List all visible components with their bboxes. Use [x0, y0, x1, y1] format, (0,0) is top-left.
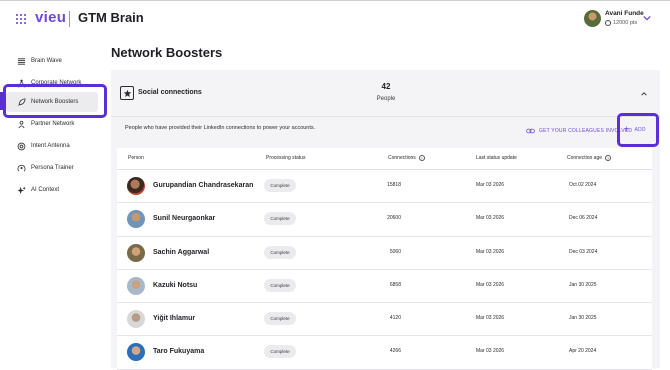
people-count: 42	[381, 82, 391, 91]
column-header-last-status-update[interactable]: Last status update	[476, 155, 517, 161]
avatar	[127, 177, 145, 195]
person-name: Sachin Aggarwal	[153, 248, 210, 256]
connections-count: 15818	[387, 182, 401, 188]
connection-age: Dec 03 2024	[569, 248, 598, 255]
points-value: 12000 pts	[613, 20, 638, 26]
app-grid-icon[interactable]	[16, 14, 26, 24]
avatar	[127, 276, 145, 295]
link-icon	[526, 128, 535, 134]
persona-trainer-icon	[17, 164, 26, 173]
connections-count: 6858	[389, 281, 401, 288]
connection-age: Oct 02 2024	[569, 182, 597, 188]
logo-divider	[69, 11, 70, 27]
table-row[interactable]: Sachin Aggarwal Complete 5060 Mar 03 202…	[117, 236, 652, 270]
brain-wave-icon	[17, 57, 26, 66]
avatar	[127, 310, 145, 329]
antenna-icon	[17, 142, 26, 151]
social-connections-card: Social connections 42 People People who …	[111, 70, 660, 370]
partner-network-icon	[17, 120, 26, 129]
card-header[interactable]: Social connections 42 People	[111, 70, 660, 117]
sidebar-item-label: AI Context	[31, 187, 60, 193]
coin-icon	[605, 20, 611, 26]
last-status-update: Mar 03 2026	[476, 215, 505, 222]
connection-age: Jan 30 2025	[569, 281, 597, 288]
user-avatar[interactable]	[584, 10, 601, 27]
page-title: Network Boosters	[111, 45, 223, 60]
status-badge: Complete	[264, 212, 296, 226]
sidebar-item-label: Partner Network	[31, 121, 75, 127]
status-badge: Complete	[264, 345, 296, 359]
column-header-connection-age[interactable]: Connection age ?	[567, 155, 612, 161]
table-row[interactable]: Taro Fukuyama Complete 4266 Mar 03 2026 …	[117, 336, 652, 370]
help-icon[interactable]: ?	[605, 155, 612, 161]
sidebar-item-brain-wave[interactable]: Brain Wave	[6, 51, 98, 71]
add-highlight-box	[617, 113, 659, 147]
last-status-update: Mar 03 2026	[476, 315, 505, 322]
sidebar-item-intent-antenna[interactable]: Intent Antenna	[6, 136, 98, 156]
last-status-update: Mar 03 2026	[476, 182, 505, 188]
connection-age: Dec 06 2024	[569, 215, 598, 222]
column-header-person[interactable]: Person	[128, 155, 144, 161]
section-title: Social connections	[138, 89, 202, 96]
points-display: 12000 pts	[605, 20, 637, 26]
sidebar-item-label: Persona Trainer	[31, 165, 74, 171]
connections-count: 4120	[389, 315, 401, 322]
avatar	[127, 210, 145, 229]
table-row[interactable]: Kazuki Notsu Complete 6858 Mar 03 2026 J…	[117, 269, 652, 304]
nav-highlight-box	[3, 84, 107, 118]
table-header: Person Processing status Connections ? L…	[117, 148, 652, 170]
connection-age: Apr 20 2024	[569, 348, 597, 355]
connection-age: Jan 30 2025	[569, 315, 597, 322]
last-status-update: Mar 03 2026	[476, 348, 505, 355]
table-row[interactable]: Sunil Neurgaonkar Complete 20600 Mar 03 …	[117, 203, 652, 237]
status-badge: Complete	[264, 179, 296, 192]
person-name: Sunil Neurgaonkar	[153, 215, 216, 223]
table-row[interactable]: Gurupandian Chandrasekaran Complete 1581…	[117, 170, 652, 204]
app-title: GTM Brain	[78, 10, 144, 25]
connections-count: 20600	[387, 215, 401, 222]
people-count-label: People	[376, 96, 396, 102]
table-row[interactable]: Yiğit Ihlamur Complete 4120 Mar 03 2026 …	[117, 303, 652, 337]
status-badge: Complete	[264, 278, 296, 292]
avatar	[127, 343, 145, 362]
status-badge: Complete	[264, 312, 296, 326]
help-icon[interactable]: ?	[418, 155, 425, 161]
column-header-processing-status[interactable]: Processing status	[266, 155, 305, 161]
connections-count: 4266	[389, 348, 401, 355]
sparkle-icon	[17, 185, 26, 195]
avatar	[127, 243, 145, 262]
social-connections-icon	[120, 86, 134, 100]
last-status-update: Mar 03 2026	[476, 281, 505, 288]
sidebar-item-persona-trainer[interactable]: Persona Trainer	[6, 158, 98, 178]
person-name: Gurupandian Chandrasekaran	[153, 182, 254, 189]
logo[interactable]: vieu	[35, 9, 66, 26]
chevron-down-icon[interactable]	[643, 14, 651, 22]
user-name: Avani Funde	[605, 10, 644, 17]
last-status-update: Mar 03 2026	[476, 248, 505, 255]
status-badge: Complete	[264, 245, 296, 259]
person-name: Yiğit Ihlamur	[153, 315, 196, 323]
person-name: Kazuki Notsu	[153, 281, 198, 289]
sidebar-item-ai-context[interactable]: AI Context	[6, 180, 98, 200]
sidebar-item-label: Intent Antenna	[31, 143, 70, 149]
chevron-up-icon[interactable]	[640, 90, 648, 98]
person-name: Taro Fukuyama	[153, 348, 205, 356]
column-header-connections[interactable]: Connections ?	[388, 155, 425, 161]
top-bar: vieu GTM Brain Avani Funde 12000 pts	[0, 0, 670, 36]
connections-table: Person Processing status Connections ? L…	[117, 148, 652, 370]
sidebar-item-label: Brain Wave	[31, 58, 62, 64]
connections-count: 5060	[389, 248, 401, 255]
section-description: People who have provided their LinkedIn …	[125, 125, 316, 131]
